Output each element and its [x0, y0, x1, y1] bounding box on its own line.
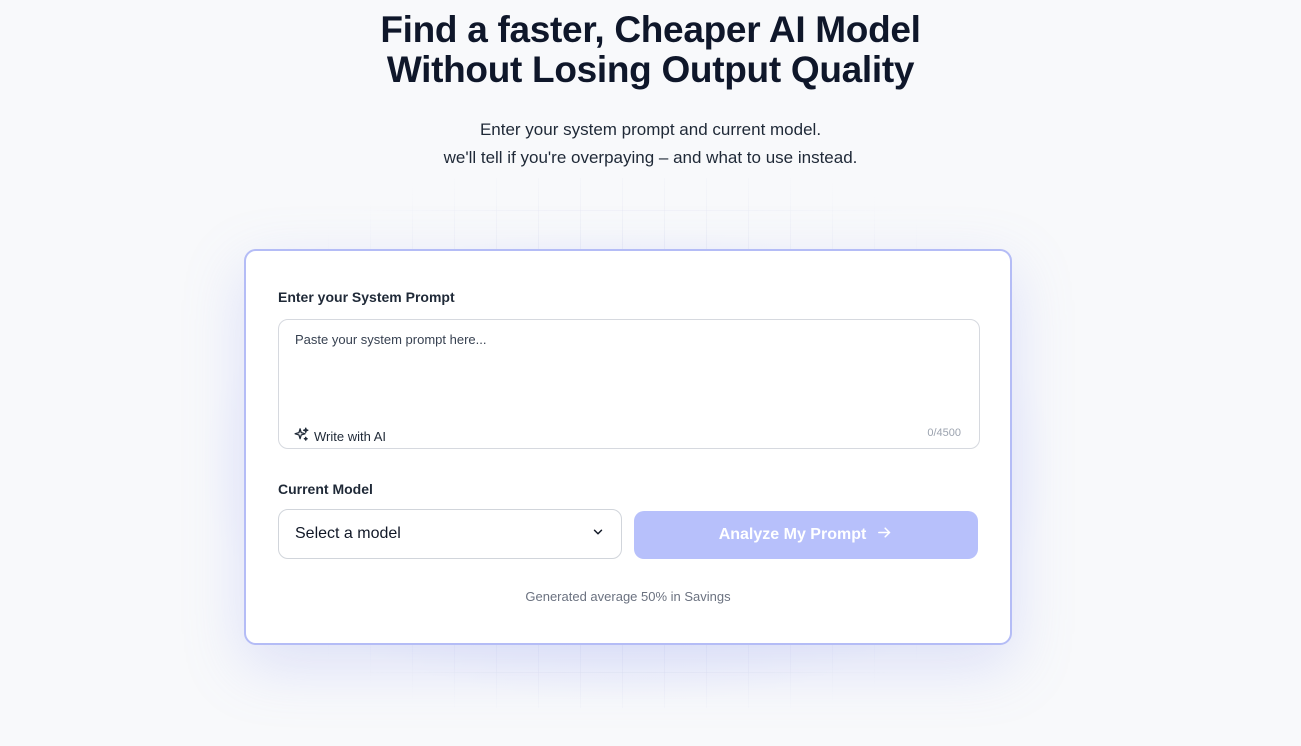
- current-model-label: Current Model: [278, 481, 373, 497]
- savings-note: Generated average 50% in Savings: [525, 589, 731, 604]
- hero-subtitle-line-2: we'll tell if you're overpaying – and wh…: [443, 148, 858, 167]
- analyze-prompt-button[interactable]: Analyze My Prompt: [634, 511, 978, 559]
- page: Find a faster, Cheaper AI Model Without …: [0, 0, 1301, 746]
- hero-title-line-1: Find a faster, Cheaper AI Model: [380, 9, 921, 50]
- system-prompt-label: Enter your System Prompt: [278, 289, 455, 305]
- model-select-value: Select a model: [295, 525, 401, 542]
- system-prompt-placeholder: Paste your system prompt here...: [295, 332, 487, 347]
- sparkle-icon: [293, 426, 310, 446]
- system-prompt-textarea[interactable]: Paste your system prompt here... Write w…: [278, 319, 980, 449]
- prompt-form-card: Enter your System Prompt Paste your syst…: [244, 249, 1012, 645]
- chevron-down-icon: [591, 525, 605, 544]
- character-count: 0/4500: [927, 427, 961, 439]
- write-with-ai-button[interactable]: Write with AI: [293, 426, 386, 446]
- model-select-dropdown[interactable]: Select a model: [278, 509, 622, 559]
- hero-title-line-2: Without Losing Output Quality: [386, 49, 915, 90]
- hero-subtitle: Enter your system prompt and current mod…: [0, 116, 1301, 172]
- arrow-right-icon: [876, 524, 893, 546]
- hero-title: Find a faster, Cheaper AI Model Without …: [0, 10, 1301, 90]
- hero-subtitle-line-1: Enter your system prompt and current mod…: [479, 120, 822, 139]
- write-with-ai-label: Write with AI: [314, 428, 387, 444]
- analyze-prompt-label: Analyze My Prompt: [718, 526, 867, 543]
